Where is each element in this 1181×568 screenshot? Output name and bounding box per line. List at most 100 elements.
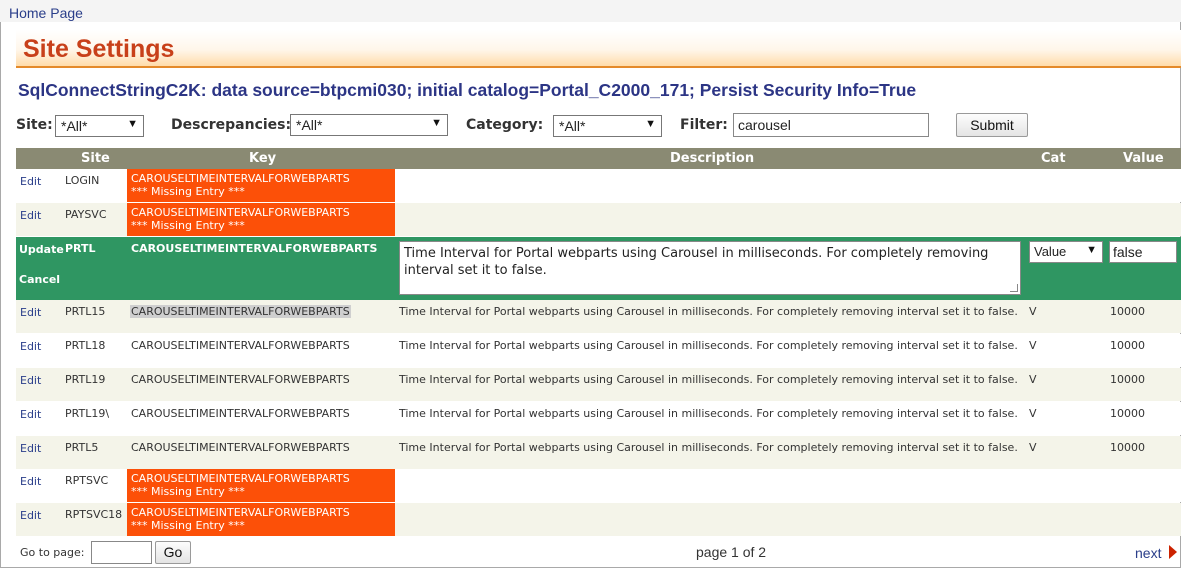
row-value: 10000: [1110, 441, 1145, 454]
edit-link[interactable]: Edit: [20, 340, 41, 353]
row-cat: V: [1029, 305, 1037, 318]
column-header-key[interactable]: Key: [249, 151, 276, 166]
column-header-value[interactable]: Value: [1123, 151, 1164, 166]
row-key: CAROUSELTIMEINTERVALFORWEBPARTS: [130, 305, 351, 318]
connection-string: SqlConnectStringC2K: data source=btpcmi0…: [18, 80, 917, 100]
table-row: Edit PRTL18 CAROUSELTIMEINTERVALFORWEBPA…: [16, 334, 1181, 367]
home-page-link[interactable]: Home Page: [9, 5, 83, 21]
chevron-down-icon: ▼: [127, 118, 138, 130]
missing-entry-text: *** Missing Entry ***: [131, 185, 245, 198]
row-description: Time Interval for Portal webparts using …: [399, 407, 1018, 420]
row-cat: V: [1029, 339, 1037, 352]
cancel-link[interactable]: Cancel: [19, 273, 60, 286]
row-site: LOGIN: [65, 174, 100, 187]
row-cat: V: [1029, 441, 1037, 454]
missing-key-badge: CAROUSELTIMEINTERVALFORWEBPARTS *** Miss…: [127, 469, 395, 502]
text-filter-label: Filter:: [680, 117, 728, 133]
table-row: Edit PRTL15 CAROUSELTIMEINTERVALFORWEBPA…: [16, 300, 1181, 333]
page-title: Site Settings: [23, 35, 175, 63]
description-text: Time Interval for Portal webparts using …: [404, 246, 989, 278]
row-site: PRTL19\: [65, 407, 110, 420]
column-header-description[interactable]: Description: [670, 151, 754, 166]
row-key: CAROUSELTIMEINTERVALFORWEBPARTS: [131, 407, 350, 420]
row-cat: V: [1029, 373, 1037, 386]
description-textarea[interactable]: Time Interval for Portal webparts using …: [399, 241, 1021, 295]
missing-key-badge: CAROUSELTIMEINTERVALFORWEBPARTS *** Miss…: [127, 203, 395, 236]
missing-entry-text: *** Missing Entry ***: [131, 219, 245, 232]
missing-entry-text: *** Missing Entry ***: [131, 485, 245, 498]
table-row: Edit RPTSVC18 CAROUSELTIMEINTERVALFORWEB…: [16, 503, 1181, 536]
edit-link[interactable]: Edit: [20, 509, 41, 522]
site-filter-label: Site:: [16, 117, 53, 133]
chevron-down-icon: ▼: [431, 117, 442, 129]
row-key: CAROUSELTIMEINTERVALFORWEBPARTS: [131, 441, 350, 454]
row-key: CAROUSELTIMEINTERVALFORWEBPARTS: [131, 373, 350, 386]
category-select-value: Value: [1034, 244, 1067, 259]
column-header-cat[interactable]: Cat: [1041, 151, 1066, 166]
edit-link[interactable]: Edit: [20, 475, 41, 488]
site-filter-select[interactable]: *All* ▼: [55, 115, 144, 137]
category-filter-value: *All*: [559, 118, 586, 134]
editing-row: Update Cancel PRTL CAROUSELTIMEINTERVALF…: [16, 237, 1181, 300]
edit-link[interactable]: Edit: [20, 175, 41, 188]
row-cat: V: [1029, 407, 1037, 420]
go-button[interactable]: Go: [155, 541, 191, 564]
edit-link[interactable]: Edit: [20, 442, 41, 455]
missing-key-badge: CAROUSELTIMEINTERVALFORWEBPARTS *** Miss…: [127, 503, 395, 536]
text-filter-input[interactable]: carousel: [733, 113, 929, 137]
row-site: PRTL15: [65, 305, 106, 318]
row-site: PRTL5: [65, 441, 99, 454]
missing-key-badge: CAROUSELTIMEINTERVALFORWEBPARTS *** Miss…: [127, 169, 395, 202]
row-site: PRTL18: [65, 339, 106, 352]
update-link[interactable]: Update: [19, 243, 64, 256]
column-header-site[interactable]: Site: [81, 151, 110, 166]
edit-link[interactable]: Edit: [20, 209, 41, 222]
category-filter-label: Category:: [466, 117, 544, 133]
category-filter-select[interactable]: *All* ▼: [553, 115, 662, 137]
value-input[interactable]: false: [1109, 241, 1177, 263]
table-row: Edit PRTL19\ CAROUSELTIMEINTERVALFORWEBP…: [16, 402, 1181, 435]
row-key: CAROUSELTIMEINTERVALFORWEBPARTS: [131, 339, 350, 352]
page-info: page 1 of 2: [696, 544, 767, 560]
row-key: CAROUSELTIMEINTERVALFORWEBPARTS: [131, 472, 350, 485]
row-description: Time Interval for Portal webparts using …: [399, 373, 1018, 386]
submit-button[interactable]: Submit: [956, 113, 1028, 137]
row-key: CAROUSELTIMEINTERVALFORWEBPARTS: [131, 242, 378, 255]
resize-handle-icon[interactable]: [1010, 284, 1018, 292]
goto-page-label: Go to page:: [20, 546, 85, 559]
row-site: PRTL19: [65, 373, 106, 386]
category-select[interactable]: Value ▼: [1029, 241, 1103, 263]
top-nav-bar: Home Page: [0, 0, 1181, 22]
table-row: Edit PAYSVC CAROUSELTIMEINTERVALFORWEBPA…: [16, 203, 1181, 236]
row-value: 10000: [1110, 373, 1145, 386]
edit-link[interactable]: Edit: [20, 408, 41, 421]
table-row: Edit PRTL5 CAROUSELTIMEINTERVALFORWEBPAR…: [16, 436, 1181, 469]
row-site: PRTL: [65, 242, 96, 255]
site-filter-value: *All*: [61, 118, 88, 134]
table-row: Edit PRTL19 CAROUSELTIMEINTERVALFORWEBPA…: [16, 368, 1181, 401]
goto-page-input[interactable]: [91, 541, 152, 564]
chevron-down-icon: ▼: [1086, 244, 1097, 256]
row-key: CAROUSELTIMEINTERVALFORWEBPARTS: [131, 206, 350, 219]
title-band: Site Settings: [16, 30, 1181, 68]
table-row: Edit LOGIN CAROUSELTIMEINTERVALFORWEBPAR…: [16, 169, 1181, 202]
row-key: CAROUSELTIMEINTERVALFORWEBPARTS: [131, 172, 350, 185]
next-page-link[interactable]: next: [1135, 545, 1161, 561]
edit-link[interactable]: Edit: [20, 306, 41, 319]
discrepancies-filter-value: *All*: [296, 117, 323, 133]
row-site: RPTSVC18: [65, 508, 123, 521]
row-value: 10000: [1110, 407, 1145, 420]
edit-link[interactable]: Edit: [20, 374, 41, 387]
row-key: CAROUSELTIMEINTERVALFORWEBPARTS: [131, 506, 350, 519]
next-arrow-icon[interactable]: [1169, 545, 1177, 559]
chevron-down-icon: ▼: [645, 118, 656, 130]
row-value: 10000: [1110, 339, 1145, 352]
row-description: Time Interval for Portal webparts using …: [399, 305, 1018, 318]
discrepancies-filter-select[interactable]: *All* ▼: [290, 114, 448, 136]
row-site: PAYSVC: [65, 208, 107, 221]
table-row: Edit RPTSVC CAROUSELTIMEINTERVALFORWEBPA…: [16, 469, 1181, 502]
row-description: Time Interval for Portal webparts using …: [399, 339, 1018, 352]
missing-entry-text: *** Missing Entry ***: [131, 519, 245, 532]
row-site: RPTSVC: [65, 474, 109, 487]
discrepancies-filter-label: Descrepancies:: [171, 117, 292, 133]
